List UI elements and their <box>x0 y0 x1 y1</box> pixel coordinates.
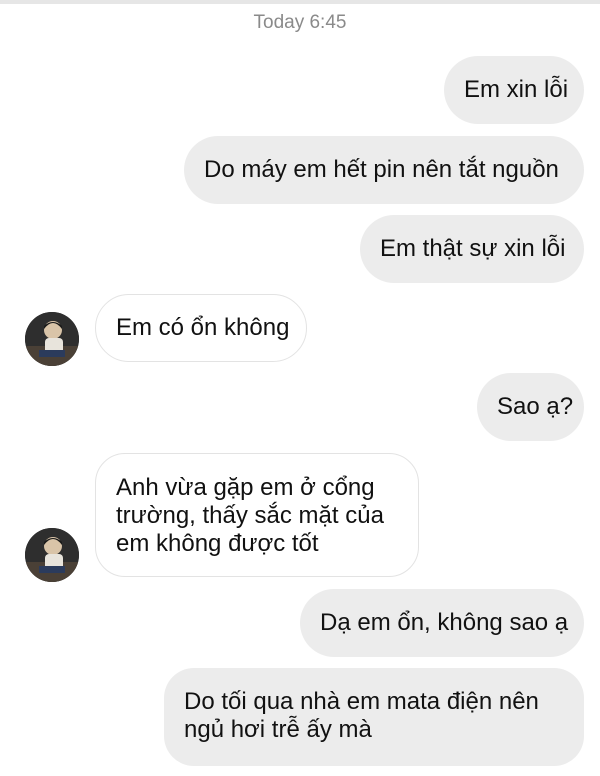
message-text: Do máy em hết pin nên tắt nguồn <box>204 156 559 183</box>
message-text-line: trường, thấy sắc mặt của <box>116 502 384 529</box>
message-bubble-incoming[interactable]: Anh vừa gặp em ở cổng trường, thấy sắc m… <box>95 453 419 577</box>
message-text-line: em không được tốt <box>116 530 319 557</box>
message-text-line: ngủ hơi trễ ấy mà <box>184 716 372 743</box>
message-text-line: Do tối qua nhà em mata điện nên <box>184 688 539 715</box>
message-bubble-outgoing[interactable]: Do máy em hết pin nên tắt nguồn <box>184 136 584 204</box>
contact-avatar[interactable] <box>25 528 79 582</box>
message-bubble-outgoing[interactable]: Sao ạ? <box>477 373 584 441</box>
message-text: Dạ em ổn, không sao ạ <box>320 609 569 636</box>
message-bubble-outgoing[interactable]: Em xin lỗi <box>444 56 584 124</box>
timestamp: Today 6:45 <box>253 12 347 33</box>
message-bubble-incoming[interactable]: Em có ổn không <box>95 294 307 362</box>
message-text: Sao ạ? <box>497 393 574 420</box>
message-text: Em thật sự xin lỗi <box>380 235 566 262</box>
contact-avatar[interactable] <box>25 312 79 366</box>
top-divider <box>0 0 600 4</box>
message-bubble-outgoing[interactable]: Dạ em ổn, không sao ạ <box>300 589 584 657</box>
message-text-line: Anh vừa gặp em ở cổng <box>116 474 375 501</box>
message-text: Em xin lỗi <box>464 76 569 103</box>
message-bubble-outgoing[interactable]: Do tối qua nhà em mata điện nên ngủ hơi … <box>164 668 584 766</box>
message-text: Em có ổn không <box>116 314 290 341</box>
message-bubble-outgoing[interactable]: Em thật sự xin lỗi <box>360 215 584 283</box>
